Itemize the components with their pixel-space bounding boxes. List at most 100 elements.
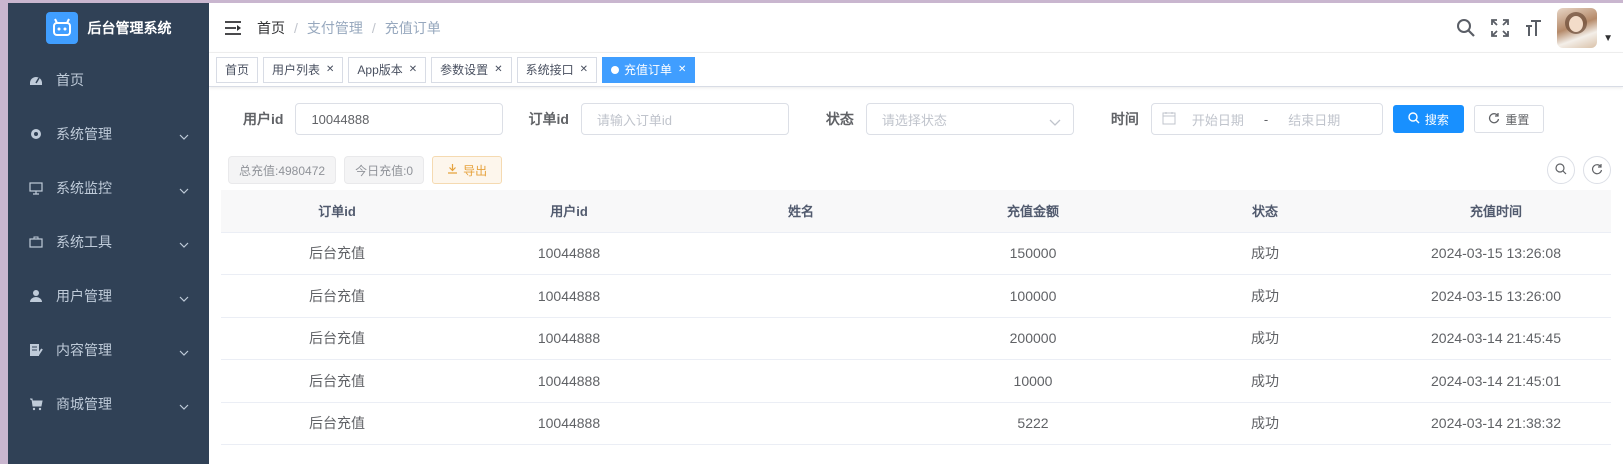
sidebar-item-label: 首页 [56,72,84,88]
sidebar-item-user-management[interactable]: 用户管理 [8,269,209,323]
table-row[interactable]: 后台充值 10044888 100000 成功 2024-03-15 13:26… [221,275,1611,318]
table-row[interactable]: 后台充值 10044888 5222 成功 2024-03-14 21:38:3… [221,403,1611,445]
start-date-placeholder[interactable]: 开始日期 [1192,110,1244,129]
export-button[interactable]: 导出 [432,156,503,184]
end-date-placeholder[interactable]: 结束日期 [1288,110,1340,129]
cell-time: 2024-03-15 13:26:08 [1431,245,1561,262]
tag-user-list[interactable]: 用户列表 ✕ [263,56,344,83]
sidebar-item-label: 商城管理 [56,396,112,412]
chevron-down-icon [179,289,189,305]
status-label: 状态 [825,111,854,127]
search-icon [1408,111,1420,127]
search-icon [1555,162,1567,178]
breadcrumb-item-current: 充值订单 [384,19,441,36]
toggle-search-button[interactable] [1547,156,1575,184]
data-table: 订单id 用户id 姓名 充值金额 状态 充值时间 后台充值 10044888 … [221,190,1611,445]
refresh-icon [1488,112,1500,127]
active-dot-icon [610,65,619,74]
cell-order-id: 后台充值 [309,287,365,304]
avatar[interactable] [1557,8,1598,48]
sidebar-item-label: 用户管理 [56,288,112,304]
order-id-input[interactable]: 请输入订单id [580,103,789,135]
cell-status: 成功 [1251,372,1279,389]
reset-button[interactable]: 重置 [1473,105,1544,133]
table-row[interactable]: 后台充值 10044888 10000 成功 2024-03-14 21:45:… [221,360,1611,403]
order-id-placeholder: 请输入订单id [596,112,673,128]
cell-order-id: 后台充值 [309,372,365,389]
sidebar-item-label: 系统管理 [56,126,112,142]
sidebar-item-system-management[interactable]: 系统管理 [8,107,209,161]
close-icon[interactable]: ✕ [494,64,502,75]
tag-label: 参数设置 [440,63,489,77]
table-row[interactable]: 后台充值 10044888 150000 成功 2024-03-15 13:26… [221,233,1611,275]
tag-app-version[interactable]: App版本 ✕ [348,56,427,83]
close-icon[interactable]: ✕ [678,64,686,75]
tag-recharge-orders[interactable]: 充值订单 ✕ [601,56,696,83]
download-icon [447,163,458,177]
status-select[interactable]: 请选择状态 [865,103,1074,135]
hamburger-icon[interactable] [209,3,257,53]
sidebar-item-mall-management[interactable]: 商城管理 [8,377,209,431]
toolbox-icon [28,234,44,250]
cell-amount: 200000 [1009,330,1057,347]
sidebar-item-content-management[interactable]: 内容管理 [8,323,209,377]
document-edit-icon [28,342,44,358]
user-id-value: 10044888 [311,111,370,127]
sidebar-item-label: 系统监控 [56,180,112,196]
tag-label: 充值订单 [623,63,672,77]
calendar-icon [1162,111,1176,128]
cell-user-id: 10044888 [537,287,601,304]
search-icon[interactable] [1455,17,1477,39]
search-button[interactable]: 搜索 [1392,105,1464,133]
sidebar-item-label: 内容管理 [56,342,112,358]
sidebar-item-system-tools[interactable]: 系统工具 [8,215,209,269]
column-header: 状态 [1251,204,1278,220]
breadcrumb: 首页 / 支付管理 / 充值订单 [257,18,441,38]
logo[interactable]: 后台管理系统 [8,3,209,53]
tag-label: App版本 [357,63,403,77]
cell-amount: 10000 [1013,372,1053,389]
status-placeholder: 请选择状态 [881,112,947,128]
cell-order-id: 后台充值 [309,415,365,432]
navbar: 首页 / 支付管理 / 充值订单 ▼ [209,3,1623,53]
close-icon[interactable]: ✕ [326,64,334,75]
app-title: 后台管理系统 [87,20,172,36]
fullscreen-icon[interactable] [1489,17,1511,39]
close-icon[interactable]: ✕ [580,64,588,75]
order-id-label: 订单id [528,111,569,127]
cell-user-id: 10044888 [537,245,601,262]
chevron-down-icon [179,343,189,359]
chevron-down-icon [179,181,189,197]
user-id-input[interactable]: 10044888 [295,103,504,135]
font-size-icon[interactable] [1523,17,1545,39]
sidebar-item-system-monitor[interactable]: 系统监控 [8,161,209,215]
breadcrumb-item-payment: 支付管理 [306,19,363,36]
tag-parameter-settings[interactable]: 参数设置 ✕ [431,56,512,83]
cell-user-id: 10044888 [537,330,601,347]
time-label: 时间 [1110,111,1139,127]
navbar-right: ▼ [1455,3,1613,53]
cell-order-id: 后台充值 [309,245,365,262]
gear-icon [28,126,44,142]
reset-button-label: 重置 [1505,112,1530,127]
tag-system-api[interactable]: 系统接口 ✕ [516,56,597,83]
total-recharge-tag: 总充值:4980472 [228,156,337,184]
cell-time: 2024-03-14 21:45:01 [1431,372,1561,389]
sidebar-menu: 首页 系统管理 系统监控 系统工具 用户管理 内容管理 商城管理 [8,53,209,431]
date-range-picker[interactable]: 开始日期 - 结束日期 [1150,103,1383,135]
refresh-button[interactable] [1583,156,1611,184]
toolbar: 总充值:4980472 今日充值:0 导出 [221,150,1611,190]
table-tools [1547,156,1611,184]
table-row[interactable]: 后台充值 10044888 200000 成功 2024-03-14 21:45… [221,318,1611,360]
cell-order-id: 后台充值 [309,330,365,347]
close-icon[interactable]: ✕ [409,64,417,75]
cell-time: 2024-03-14 21:45:45 [1431,330,1561,347]
monitor-icon [28,180,44,196]
caret-down-icon[interactable]: ▼ [1603,33,1613,44]
cell-amount: 100000 [1009,287,1057,304]
sidebar-item-home[interactable]: 首页 [8,53,209,107]
user-icon [28,288,44,304]
breadcrumb-item-home[interactable]: 首页 [257,18,285,38]
cell-user-id: 10044888 [537,415,601,432]
tag-home[interactable]: 首页 [216,56,259,83]
